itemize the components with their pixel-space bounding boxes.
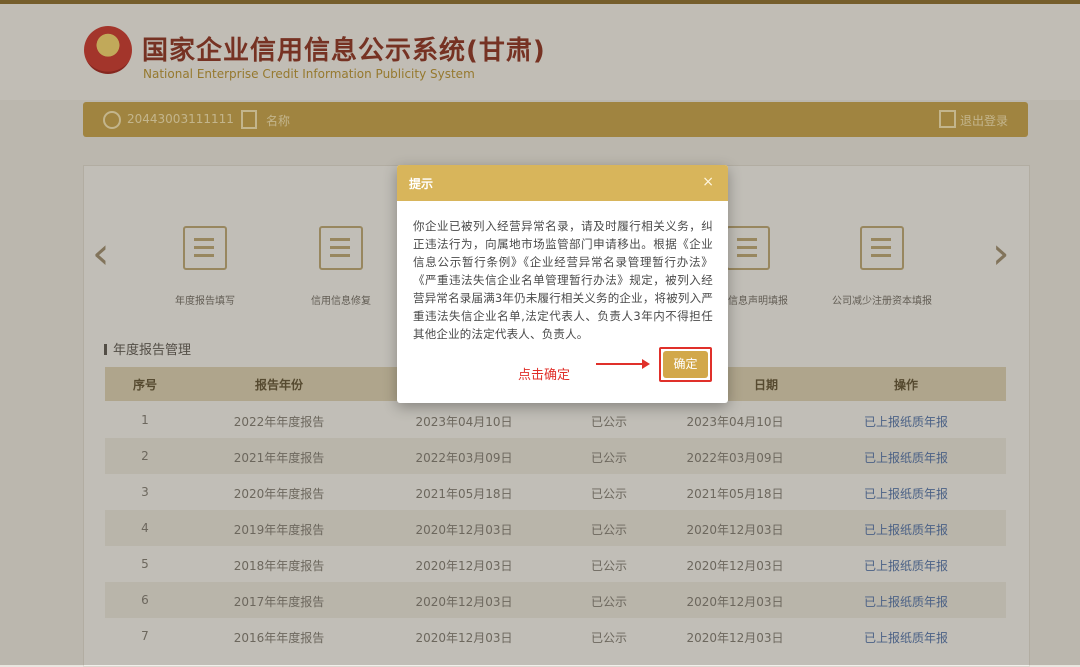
dialog-title: 提示 bbox=[409, 177, 434, 191]
click-confirm-hint: 点击确定 bbox=[518, 368, 571, 383]
notice-dialog: 提示 × 你企业已被列入经营异常名录，请及时履行相关义务，纠正违法行为，向属地市… bbox=[397, 165, 728, 403]
close-icon[interactable]: × bbox=[702, 174, 714, 190]
confirm-button[interactable]: 确定 bbox=[663, 351, 708, 378]
dialog-header: 提示 × bbox=[397, 165, 728, 201]
hint-arrow-icon bbox=[596, 359, 650, 369]
dialog-message: 你企业已被列入经营异常名录，请及时履行相关义务，纠正违法行为，向属地市场监管部门… bbox=[413, 219, 714, 341]
